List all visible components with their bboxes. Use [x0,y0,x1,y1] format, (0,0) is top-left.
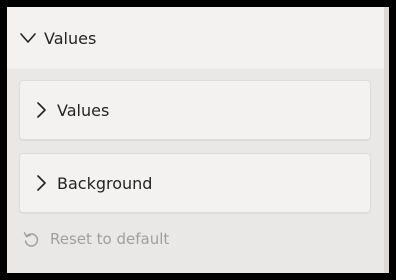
reset-label: Reset to default [50,230,170,248]
chevron-down-icon [19,29,37,47]
chevron-right-icon [34,102,48,118]
values-card[interactable]: Values [19,80,371,140]
reset-to-default-button[interactable]: Reset to default [22,230,169,248]
chevron-right-icon [34,175,48,191]
card-label: Background [57,173,153,193]
scrollbar-track[interactable] [384,7,389,273]
section-body: Values Background Reset to default [7,69,384,273]
values-section-header[interactable]: Values [7,7,384,69]
section-title: Values [44,28,97,48]
format-pane: Values Values Background Reset to defaul… [0,0,396,280]
card-label: Values [57,100,110,120]
undo-icon [22,230,40,248]
background-card[interactable]: Background [19,153,371,213]
